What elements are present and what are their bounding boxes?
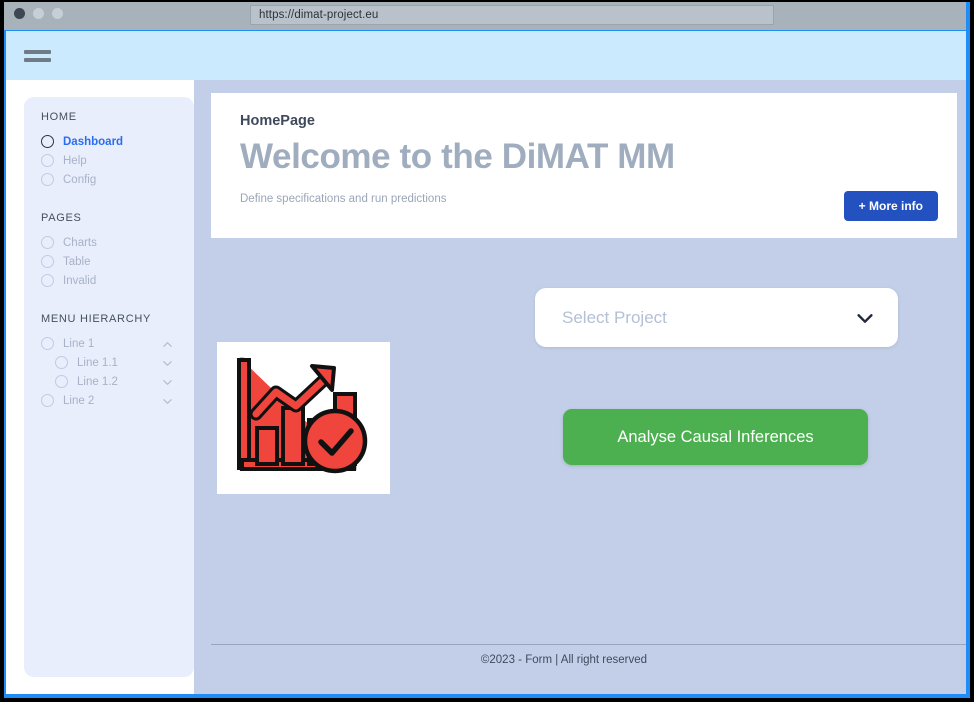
- sidebar-section-title-home: HOME: [41, 111, 77, 123]
- chevron-down-icon[interactable]: [162, 396, 172, 406]
- sidebar-section-title-pages: PAGES: [41, 212, 82, 224]
- more-info-button[interactable]: + More info: [843, 191, 938, 221]
- left-gutter: [6, 80, 24, 694]
- sidebar-item-line-1-2[interactable]: Line 1.2: [24, 372, 194, 391]
- sidebar-item-dashboard[interactable]: Dashboard: [24, 132, 194, 151]
- sidebar-group-pages: PAGES Charts Table Invalid: [24, 212, 194, 290]
- sidebar-item-label: Invalid: [63, 274, 97, 287]
- page-title: Welcome to the DiMAT MM: [240, 137, 675, 176]
- sidebar-item-label: Line 1: [63, 337, 95, 350]
- radio-circle-icon: [41, 135, 54, 148]
- app-body: HOME Dashboard Help Config PAGES Charts …: [6, 80, 966, 694]
- traffic-light-buttons: [14, 8, 63, 19]
- radio-circle-icon: [41, 274, 54, 287]
- sidebar-item-label: Line 1.2: [77, 375, 118, 388]
- minimize-dot-icon[interactable]: [33, 8, 44, 19]
- radio-circle-icon: [41, 236, 54, 249]
- radio-circle-icon: [41, 154, 54, 167]
- radio-circle-icon: [41, 173, 54, 186]
- sidebar-section-title-menu-hierarchy: MENU HIERARCHY: [41, 313, 152, 325]
- browser-window: https://dimat-project.eu HOME Dashboard …: [0, 0, 974, 702]
- page-subtitle: Define specifications and run prediction…: [240, 192, 447, 205]
- browser-chrome-bar: https://dimat-project.eu: [4, 2, 966, 30]
- bar-chart-growth-checkmark-icon: [217, 342, 390, 494]
- sidebar-item-table[interactable]: Table: [24, 252, 194, 271]
- hamburger-menu-icon[interactable]: [24, 46, 52, 66]
- app-top-bar: [6, 31, 966, 80]
- breadcrumb: HomePage: [240, 113, 315, 129]
- select-project-placeholder: Select Project: [562, 307, 667, 327]
- sidebar-group-menu-hierarchy: MENU HIERARCHY Line 1 Line 1.1 Line 1.2 …: [24, 313, 194, 410]
- sidebar-item-label: Line 2: [63, 394, 95, 407]
- sidebar-item-label: Charts: [63, 236, 97, 249]
- sidebar-item-label: Help: [63, 154, 87, 167]
- url-text: https://dimat-project.eu: [259, 9, 379, 21]
- main-content-area: HomePage Welcome to the DiMAT MM Define …: [194, 80, 966, 694]
- radio-circle-icon: [41, 337, 54, 350]
- footer-copyright: ©2023 - Form | All right reserved: [480, 654, 648, 666]
- chevron-down-icon[interactable]: [854, 307, 876, 329]
- sidebar-item-charts[interactable]: Charts: [24, 233, 194, 252]
- sidebar-navigation: HOME Dashboard Help Config PAGES Charts …: [24, 97, 194, 677]
- app-bottom-strip: [6, 694, 966, 698]
- hamburger-bar: [24, 50, 51, 54]
- radio-circle-icon: [41, 394, 54, 407]
- page-header-card: HomePage Welcome to the DiMAT MM Define …: [211, 93, 957, 238]
- sidebar-item-config[interactable]: Config: [24, 170, 194, 189]
- hamburger-bar: [24, 58, 51, 62]
- sidebar-item-label: Line 1.1: [77, 356, 118, 369]
- radio-circle-icon: [55, 375, 68, 388]
- analyse-causal-inferences-button[interactable]: Analyse Causal Inferences: [563, 409, 868, 465]
- sidebar-item-help[interactable]: Help: [24, 151, 194, 170]
- sidebar-item-line-1-1[interactable]: Line 1.1: [24, 353, 194, 372]
- select-project-dropdown[interactable]: Select Project: [535, 288, 898, 347]
- radio-circle-icon: [55, 356, 68, 369]
- close-dot-icon[interactable]: [14, 8, 25, 19]
- chevron-down-icon[interactable]: [162, 358, 172, 368]
- chevron-down-icon[interactable]: [162, 377, 172, 387]
- sidebar-item-line-2[interactable]: Line 2: [24, 391, 194, 410]
- sidebar-item-label: Table: [63, 255, 91, 268]
- sidebar-item-line-1[interactable]: Line 1: [24, 334, 194, 353]
- radio-circle-icon: [41, 255, 54, 268]
- chevron-up-icon[interactable]: [162, 339, 172, 349]
- footer-divider: [211, 644, 966, 645]
- sidebar-group-home: HOME Dashboard Help Config: [24, 111, 194, 189]
- maximize-dot-icon[interactable]: [52, 8, 63, 19]
- sidebar-item-label: Dashboard: [63, 135, 124, 148]
- sidebar-item-label: Config: [63, 173, 97, 186]
- sidebar-item-invalid[interactable]: Invalid: [24, 271, 194, 290]
- url-address-bar[interactable]: https://dimat-project.eu: [250, 5, 774, 25]
